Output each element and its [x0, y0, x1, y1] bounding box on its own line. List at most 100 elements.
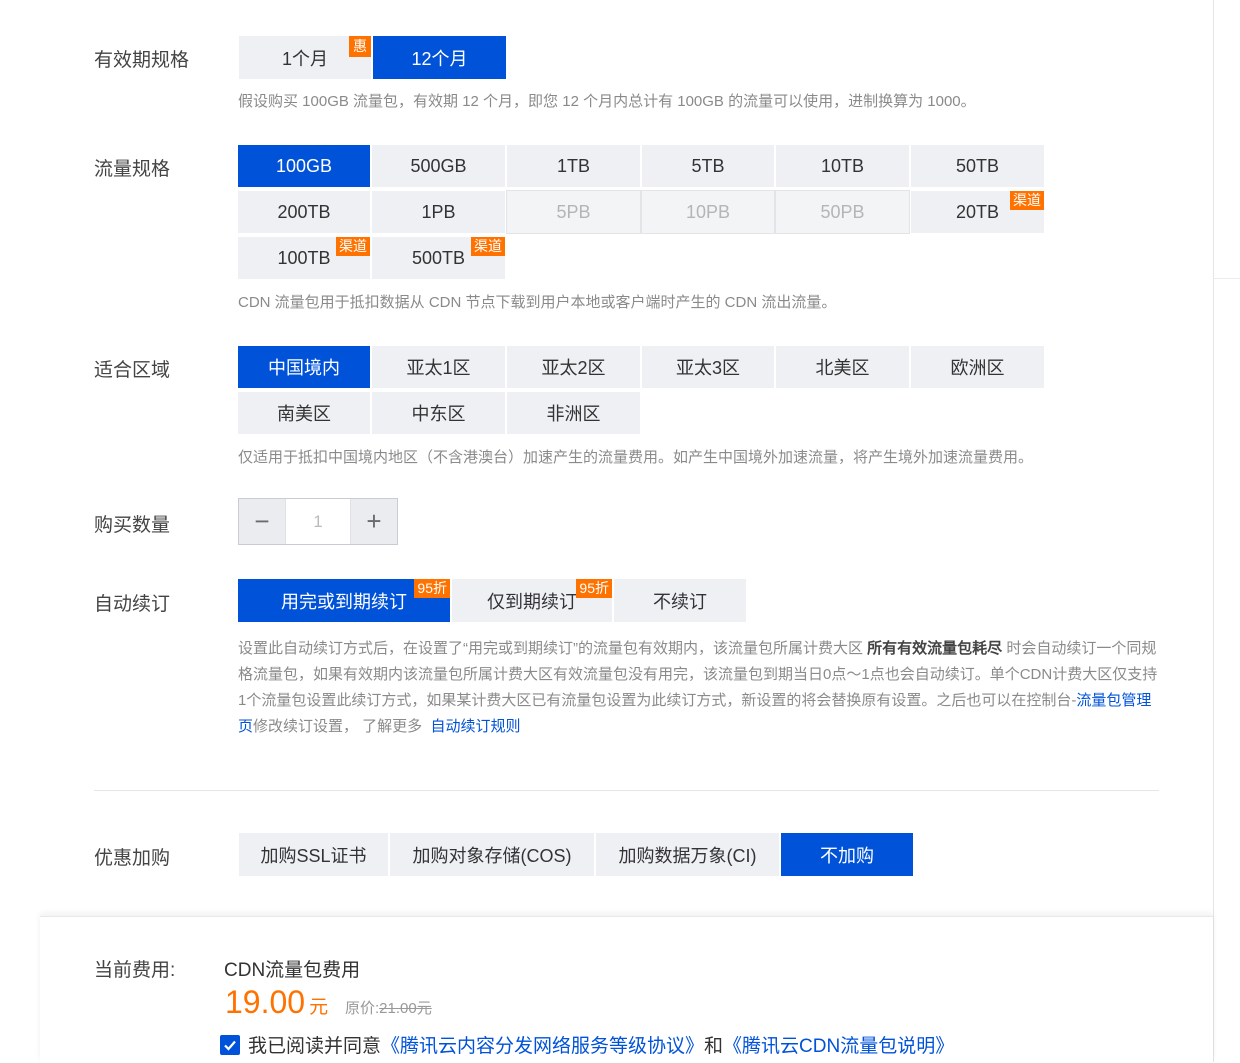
region-option-south-america[interactable]: 南美区	[237, 391, 371, 435]
addon-option-ssl[interactable]: 加购SSL证书	[238, 832, 389, 877]
option-label: 100GB	[275, 155, 333, 176]
auto-renew-rules-link[interactable]: 自动续订规则	[431, 718, 521, 735]
option-label: 加购SSL证书	[260, 845, 367, 866]
option-label: 50PB	[820, 201, 865, 222]
original-price: 原价:21.00元	[345, 997, 432, 1018]
original-price-prefix: 原价:	[345, 1000, 380, 1017]
option-label: 亚太1区	[406, 358, 471, 378]
region-label: 适合区域	[94, 360, 171, 381]
increment-button[interactable]: +	[351, 499, 397, 544]
price: 19.00 元	[225, 984, 328, 1021]
hint-text: 设置此自动续订方式后，在设置了“用完或到期续订”的流量包有效期内，该流量包所属计…	[238, 640, 868, 657]
option-label: 1TB	[556, 155, 590, 176]
option-label: 北美区	[815, 358, 870, 378]
fee-item-name: CDN流量包费用	[224, 960, 361, 981]
traffic-option-200tb[interactable]: 200TB	[237, 190, 371, 234]
region-option-north-america[interactable]: 北美区	[775, 345, 910, 389]
option-label: 加购数据万象(CI)	[618, 845, 757, 866]
option-label: 20TB	[955, 201, 1000, 222]
addon-option-ci[interactable]: 加购数据万象(CI)	[595, 832, 780, 877]
traffic-option-1pb[interactable]: 1PB	[371, 190, 506, 234]
option-label: 加购对象存储(COS)	[412, 845, 572, 866]
addon-option-none[interactable]: 不加购	[780, 832, 914, 877]
validity-label: 有效期规格	[94, 50, 190, 71]
traffic-option-20tb[interactable]: 20TB 渠道	[910, 190, 1045, 234]
renew-option-expire-only[interactable]: 仅到期续订 95折	[451, 578, 613, 623]
traffic-option-50tb[interactable]: 50TB	[910, 144, 1045, 188]
option-label: 50TB	[955, 155, 1000, 176]
region-option-apac1[interactable]: 亚太1区	[371, 345, 506, 389]
option-label: 200TB	[277, 201, 331, 222]
discount-badge: 95折	[576, 579, 612, 598]
page-right-border	[1213, 0, 1214, 1062]
traffic-option-10tb[interactable]: 10TB	[775, 144, 910, 188]
agreement-text: 我已阅读并同意	[248, 1036, 382, 1057]
traffic-option-5pb: 5PB	[506, 190, 641, 234]
channel-badge: 渠道	[471, 237, 505, 256]
traffic-option-5tb[interactable]: 5TB	[641, 144, 775, 188]
agreement-checkbox[interactable]	[220, 1034, 240, 1055]
option-label: 中东区	[411, 404, 466, 424]
quantity-input[interactable]: 1	[285, 499, 351, 544]
region-option-apac2[interactable]: 亚太2区	[506, 345, 641, 389]
validity-option-1-month[interactable]: 1个月 惠	[238, 35, 372, 80]
region-option-africa[interactable]: 非洲区	[506, 391, 641, 435]
option-label: 5PB	[556, 201, 591, 222]
validity-option-12-months[interactable]: 12个月	[372, 35, 507, 80]
renew-option-none[interactable]: 不续订	[613, 578, 747, 623]
validity-hint: 假设购买 100GB 流量包，有效期 12 个月，即您 12 个月内总计有 10…	[238, 93, 976, 110]
traffic-option-10pb: 10PB	[641, 190, 775, 234]
addon-label: 优惠加购	[94, 848, 171, 869]
option-label: 500GB	[410, 155, 467, 176]
renew-option-used-or-expire[interactable]: 用完或到期续订 95折	[237, 578, 451, 623]
option-label: 5TB	[691, 155, 725, 176]
option-label: 仅到期续订	[487, 591, 577, 612]
decrement-button[interactable]: −	[239, 499, 285, 544]
option-label: 欧洲区	[950, 358, 1005, 378]
price-value: 19.00	[225, 984, 306, 1020]
agreement-and: 和	[704, 1036, 724, 1057]
option-label: 用完或到期续订	[281, 591, 407, 612]
agreement: 我已阅读并同意 《腾讯云内容分发网络服务等级协议》 和 《腾讯云CDN流量包说明…	[220, 1031, 954, 1058]
checkmark-icon	[224, 1040, 236, 1051]
region-hint: 仅适用于抵扣中国境内地区（不含港澳台）加速产生的流量费用。如产生中国境外加速流量…	[238, 449, 1034, 466]
page-right-divider	[1214, 278, 1240, 279]
traffic-option-1tb[interactable]: 1TB	[506, 144, 641, 188]
region-option-middle-east[interactable]: 中东区	[371, 391, 506, 435]
addon-option-cos[interactable]: 加购对象存储(COS)	[389, 832, 595, 877]
traffic-option-50pb: 50PB	[775, 190, 910, 234]
option-label: 亚太3区	[675, 358, 740, 378]
renew-hint: 设置此自动续订方式后，在设置了“用完或到期续订”的流量包有效期内，该流量包所属计…	[238, 636, 1158, 740]
hint-bold-text: 所有有效流量包耗尽	[867, 640, 1003, 657]
traffic-option-500tb[interactable]: 500TB 渠道	[371, 236, 506, 280]
region-option-china[interactable]: 中国境内	[237, 345, 371, 389]
renew-label: 自动续订	[94, 594, 171, 615]
channel-badge: 渠道	[336, 237, 370, 256]
channel-badge: 渠道	[1010, 191, 1044, 210]
section-divider	[94, 790, 1159, 791]
option-label: 12个月	[411, 48, 468, 69]
region-option-apac3[interactable]: 亚太3区	[641, 345, 775, 389]
discount-badge: 95折	[414, 579, 450, 598]
option-label: 不续订	[653, 591, 707, 612]
option-label: 500TB	[411, 247, 466, 268]
quantity-stepper: − 1 +	[238, 498, 398, 545]
option-label: 亚太2区	[541, 358, 606, 378]
traffic-hint: CDN 流量包用于抵扣数据从 CDN 节点下载到用户本地或客户端时产生的 CDN…	[238, 294, 837, 311]
option-label: 不加购	[820, 845, 874, 866]
option-label: 1个月	[281, 48, 328, 69]
option-label: 100TB	[277, 247, 331, 268]
sla-link[interactable]: 《腾讯云内容分发网络服务等级协议》	[381, 1031, 704, 1058]
hint-text: 修改续订设置， 了解更多	[253, 718, 427, 735]
option-label: 10PB	[685, 201, 731, 222]
current-fee-label: 当前费用:	[94, 960, 176, 981]
price-unit: 元	[309, 997, 329, 1018]
region-option-europe[interactable]: 欧洲区	[910, 345, 1045, 389]
original-price-value: 21.00元	[379, 1000, 432, 1017]
traffic-option-500gb[interactable]: 500GB	[371, 144, 506, 188]
traffic-option-100gb[interactable]: 100GB	[237, 144, 371, 188]
package-description-link[interactable]: 《腾讯云CDN流量包说明》	[723, 1031, 954, 1058]
traffic-label: 流量规格	[94, 159, 171, 180]
traffic-option-100tb[interactable]: 100TB 渠道	[237, 236, 371, 280]
discount-badge: 惠	[349, 36, 371, 57]
